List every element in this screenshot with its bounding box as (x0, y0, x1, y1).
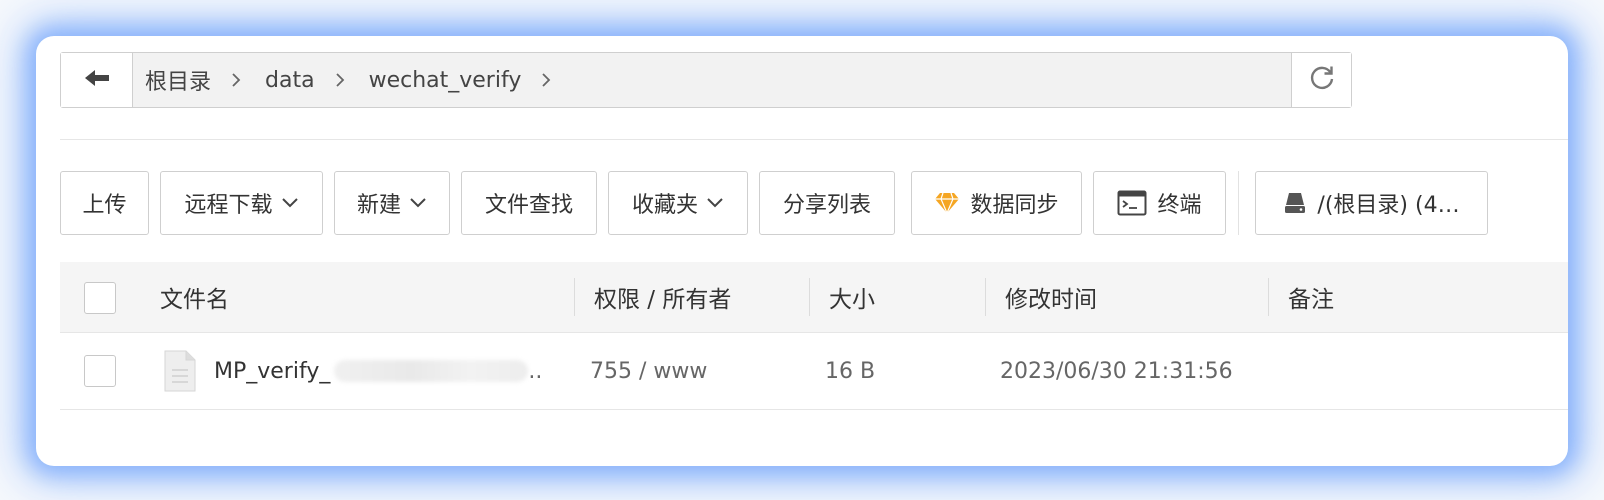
breadcrumb: 根目录 data wechat_verify (133, 53, 1291, 107)
share-list-label: 分享列表 (782, 193, 871, 218)
disk-select-button[interactable]: /(根目录) (4… (1255, 171, 1488, 235)
toolbar-separator (1238, 171, 1239, 235)
column-header-perm[interactable]: 权限 / 所有者 (594, 262, 731, 332)
disk-label: /(根目录) (4… (1317, 193, 1460, 218)
remote-download-button[interactable]: 远程下载 (160, 171, 323, 235)
column-header-name-label: 文件名 (160, 287, 229, 313)
refresh-icon (1307, 63, 1337, 97)
column-header-mtime[interactable]: 修改时间 (1005, 262, 1097, 332)
divider (60, 139, 1568, 140)
file-size: 16 B (825, 333, 875, 409)
data-sync-button[interactable]: 数据同步 (911, 171, 1082, 235)
table-row[interactable]: MP_verify_ .. 755 / www 16 B 2023/06/30 … (60, 333, 1568, 410)
chevron-right-icon (335, 72, 345, 88)
breadcrumb-item-wechat-verify[interactable]: wechat_verify (369, 68, 522, 93)
new-label: 新建 (356, 193, 401, 218)
breadcrumb-bar: 根目录 data wechat_verify (60, 52, 1352, 108)
column-header-mtime-label: 修改时间 (1005, 287, 1097, 313)
chevron-right-icon (231, 72, 241, 88)
new-button[interactable]: 新建 (334, 171, 450, 235)
column-header-name[interactable]: 文件名 (160, 262, 229, 332)
column-header-perm-label: 权限 / 所有者 (594, 287, 732, 313)
favorites-button[interactable]: 收藏夹 (608, 171, 748, 235)
file-mtime-label: 2023/06/30 21:31:56 (1000, 358, 1233, 384)
chevron-right-icon (541, 72, 551, 88)
diamond-icon (934, 192, 960, 214)
file-search-button[interactable]: 文件查找 (461, 171, 597, 235)
back-button[interactable] (61, 53, 133, 107)
column-header-size[interactable]: 大小 (829, 262, 875, 332)
disk-icon (1283, 191, 1307, 215)
table-header: 文件名 权限 / 所有者 大小 修改时间 备注 (60, 262, 1568, 333)
file-manager-window: 根目录 data wechat_verify 上传 远程下载 新建 文件查找 收… (36, 36, 1568, 466)
file-search-label: 文件查找 (484, 193, 573, 218)
share-list-button[interactable]: 分享列表 (759, 171, 895, 235)
column-separator (574, 278, 575, 316)
column-header-size-label: 大小 (829, 287, 875, 313)
column-separator (809, 278, 810, 316)
column-header-note-label: 备注 (1288, 287, 1334, 313)
refresh-button[interactable] (1291, 53, 1351, 107)
breadcrumb-item-data[interactable]: data (265, 68, 315, 93)
row-checkbox[interactable] (84, 355, 116, 387)
breadcrumb-item-root[interactable]: 根目录 (145, 64, 211, 96)
remote-download-label: 远程下载 (184, 193, 273, 218)
upload-button[interactable]: 上传 (60, 171, 149, 235)
arrow-left-icon (84, 68, 110, 92)
column-separator (1268, 278, 1269, 316)
file-name[interactable]: MP_verify_ .. (214, 333, 542, 409)
file-perm[interactable]: 755 / www (590, 333, 707, 409)
terminal-button[interactable]: 终端 (1093, 171, 1226, 235)
data-sync-label: 数据同步 (970, 193, 1059, 218)
file-size-label: 16 B (825, 358, 876, 384)
chevron-down-icon (281, 197, 299, 209)
file-name-ellipsis: .. (528, 358, 543, 384)
favorites-label: 收藏夹 (631, 193, 698, 218)
chevron-down-icon (706, 197, 724, 209)
terminal-label: 终端 (1157, 193, 1202, 218)
redacted-filename-part (334, 360, 529, 382)
upload-label: 上传 (82, 193, 127, 218)
terminal-icon (1117, 190, 1147, 216)
file-name-label: MP_verify_ (214, 358, 331, 384)
select-all-checkbox[interactable] (84, 282, 116, 314)
toolbar: 上传 远程下载 新建 文件查找 收藏夹 分享列表 数据同步 终端 /(根目录) … (60, 171, 1499, 235)
column-separator (985, 278, 986, 316)
file-icon (164, 333, 196, 409)
chevron-down-icon (409, 197, 427, 209)
column-header-note[interactable]: 备注 (1288, 262, 1334, 332)
file-perm-label: 755 / www (590, 358, 708, 384)
file-mtime: 2023/06/30 21:31:56 (1000, 333, 1233, 409)
